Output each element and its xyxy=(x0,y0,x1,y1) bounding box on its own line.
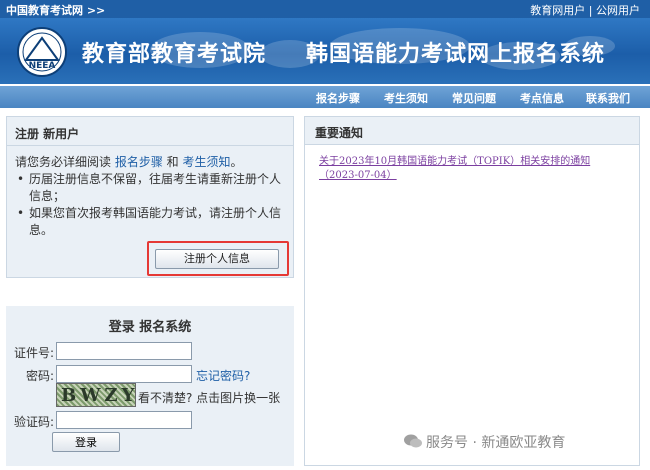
login-panel: 登录 报名系统 证件号: 密码: 忘记密码? BWZY 看不清楚? 点击图片换一… xyxy=(6,306,294,466)
top-bar: 中国教育考试网 >> 教育网用户 | 公网用户 xyxy=(0,0,650,18)
org-name: 教育部教育考试院 xyxy=(82,41,267,67)
notice-item-link[interactable]: 关于2023年10月韩国语能力考试（TOPIK）相关安排的通知（2023-07-… xyxy=(319,155,629,183)
wechat-icon xyxy=(404,434,422,448)
login-title: 登录 报名系统 xyxy=(108,320,192,335)
password-label: 密码: xyxy=(25,369,54,383)
intro-suffix: 。 xyxy=(230,155,243,169)
nav-item-centers[interactable]: 考点信息 xyxy=(520,90,564,106)
captcha-image[interactable]: BWZY xyxy=(56,383,136,407)
password-input[interactable] xyxy=(56,365,192,383)
link-separator: | xyxy=(585,4,596,17)
captcha-text: BWZY xyxy=(61,385,136,406)
captcha-label: 验证码: xyxy=(13,415,54,429)
steps-link[interactable]: 报名步骤 xyxy=(115,155,163,169)
network-links: 教育网用户 | 公网用户 xyxy=(530,2,640,18)
notice-header: 重要通知 xyxy=(305,117,639,145)
register-panel: 注册 新用户 请您务必详细阅读 报名步骤 和 考生须知。 历届注册信息不保留，往… xyxy=(6,116,294,278)
captcha-refresh-hint[interactable]: 看不清楚? 点击图片换一张 xyxy=(138,389,280,406)
nav-item-faq[interactable]: 常见问题 xyxy=(452,90,496,106)
id-number-input[interactable] xyxy=(56,342,192,360)
login-button[interactable]: 登录 xyxy=(52,432,120,452)
intro-and: 和 xyxy=(162,155,183,169)
list-item: 如果您首次报考韩国语能力考试，请注册个人信息。 xyxy=(15,205,285,239)
nav-item-steps[interactable]: 报名步骤 xyxy=(316,90,360,106)
public-network-link[interactable]: 公网用户 xyxy=(596,4,640,17)
forgot-password-link[interactable]: 忘记密码? xyxy=(196,367,250,384)
guide-link[interactable]: 考生须知 xyxy=(182,155,230,169)
register-highlight: 注册个人信息 xyxy=(147,241,289,276)
id-label: 证件号: xyxy=(13,346,54,360)
site-banner: NEEA 教育部教育考试院 韩国语能力考试网上报名系统 xyxy=(0,18,650,84)
register-intro: 请您务必详细阅读 报名步骤 和 考生须知。 xyxy=(15,153,243,170)
notice-panel: 重要通知 关于2023年10月韩国语能力考试（TOPIK）相关安排的通知（202… xyxy=(304,116,640,466)
logo-text: NEEA xyxy=(29,61,56,71)
divider xyxy=(7,145,293,146)
main-nav: 报名步骤 考生须知 常见问题 考点信息 联系我们 xyxy=(0,86,650,108)
edu-network-link[interactable]: 教育网用户 xyxy=(530,4,585,17)
register-bullets: 历届注册信息不保留，往届考生请重新注册个人信息； 如果您首次报考韩国语能力考试，… xyxy=(15,171,285,239)
register-title: 注册 新用户 xyxy=(15,127,80,141)
captcha-input[interactable] xyxy=(56,411,192,429)
neea-logo-icon: NEEA xyxy=(17,27,67,77)
intro-prefix: 请您务必详细阅读 xyxy=(15,155,115,169)
register-button[interactable]: 注册个人信息 xyxy=(155,249,279,269)
system-name: 韩国语能力考试网上报名系统 xyxy=(306,41,606,67)
notice-title: 重要通知 xyxy=(315,126,364,140)
list-item: 历届注册信息不保留，往届考生请重新注册个人信息； xyxy=(15,171,285,205)
nav-item-notice[interactable]: 考生须知 xyxy=(384,90,428,106)
nav-item-contact[interactable]: 联系我们 xyxy=(586,90,630,106)
home-link[interactable]: 中国教育考试网 >> xyxy=(6,2,105,18)
watermark-text: 服务号 · 新通欧亚教育 xyxy=(426,435,566,451)
